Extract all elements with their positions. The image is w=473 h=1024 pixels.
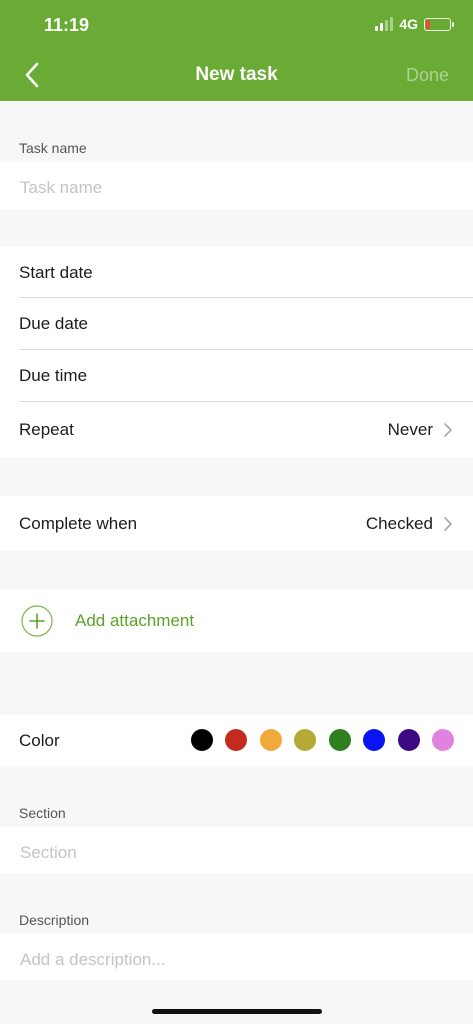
complete-when-value-wrap: Checked bbox=[366, 514, 453, 534]
due-date-label: Due date bbox=[19, 314, 88, 333]
home-indicator[interactable] bbox=[152, 1009, 322, 1014]
task-name-field[interactable]: Task name bbox=[0, 162, 473, 209]
due-time-label: Due time bbox=[19, 366, 88, 385]
add-attachment-button[interactable]: Add attachment bbox=[0, 589, 473, 652]
color-swatch[interactable] bbox=[328, 729, 351, 751]
color-swatch[interactable] bbox=[397, 729, 420, 751]
color-swatch[interactable] bbox=[294, 729, 316, 751]
chevron-right-icon bbox=[444, 516, 452, 531]
task-name-label: Task name bbox=[19, 140, 87, 156]
complete-when-group: Complete when Checked bbox=[0, 496, 473, 551]
color-swatch[interactable] bbox=[363, 729, 385, 751]
section-field[interactable]: Section bbox=[0, 827, 473, 873]
section-label: Section bbox=[19, 805, 66, 821]
start-date-label: Start date bbox=[19, 262, 93, 282]
page-title: New task bbox=[195, 64, 278, 85]
done-button[interactable]: Done bbox=[406, 65, 449, 86]
complete-when-row[interactable]: Complete when Checked bbox=[0, 496, 473, 551]
color-swatches bbox=[190, 729, 454, 751]
color-swatch[interactable] bbox=[432, 729, 454, 751]
start-date-row[interactable]: Start date bbox=[0, 247, 473, 298]
color-label: Color bbox=[19, 730, 60, 750]
repeat-row[interactable]: Repeat Never bbox=[0, 402, 473, 457]
color-swatch[interactable] bbox=[225, 729, 247, 751]
repeat-value-wrap: Never bbox=[388, 420, 453, 440]
chevron-right-icon bbox=[444, 422, 452, 437]
due-date-row[interactable]: Due date bbox=[0, 298, 473, 350]
network-label: 4G bbox=[399, 16, 418, 32]
signal-icon bbox=[375, 17, 394, 31]
color-swatch[interactable] bbox=[259, 729, 282, 751]
due-time-row[interactable]: Due time bbox=[0, 350, 473, 402]
description-field[interactable]: Add a description... bbox=[0, 934, 473, 980]
description-input[interactable]: Add a description... bbox=[20, 950, 166, 970]
status-time: 11:19 bbox=[44, 15, 90, 35]
description-label: Description bbox=[19, 912, 90, 928]
color-row: Color bbox=[0, 715, 473, 766]
complete-when-value: Checked bbox=[365, 513, 433, 533]
complete-when-label: Complete when bbox=[19, 513, 138, 533]
repeat-value: Never bbox=[387, 419, 433, 439]
repeat-label: Repeat bbox=[19, 419, 74, 439]
battery-level bbox=[426, 19, 430, 29]
status-indicators: 4G bbox=[375, 16, 454, 32]
header-bar: 11:19 4G New task Done bbox=[0, 0, 473, 101]
plus-circle-icon bbox=[21, 605, 53, 637]
add-attachment-label: Add attachment bbox=[75, 611, 195, 630]
task-name-input[interactable]: Task name bbox=[20, 178, 102, 198]
section-input[interactable]: Section bbox=[20, 843, 77, 863]
dates-group: Start date Due date Due time Repeat Neve… bbox=[0, 247, 473, 457]
new-task-screen: 11:19 4G New task Done Task name Task na… bbox=[0, 0, 473, 1024]
battery-icon bbox=[424, 17, 454, 31]
color-swatch[interactable] bbox=[190, 729, 213, 751]
